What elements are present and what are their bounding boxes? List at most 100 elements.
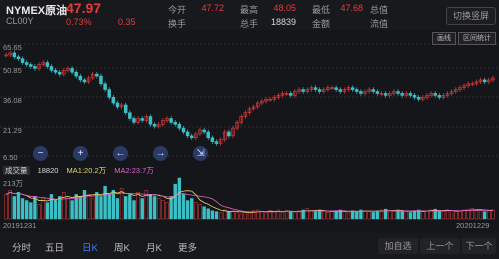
volume-bar bbox=[396, 209, 400, 220]
candle-body bbox=[227, 131, 231, 137]
volume-bar bbox=[66, 198, 70, 220]
stat-label-amount: 金额 bbox=[312, 19, 331, 29]
next-button[interactable]: 下一个 bbox=[462, 238, 496, 254]
volume-top-label: 213万 bbox=[3, 179, 24, 188]
volume-bar bbox=[350, 210, 355, 220]
tab-daily-k[interactable]: 日K bbox=[82, 240, 98, 254]
volume-bar bbox=[4, 194, 8, 220]
volume-bar bbox=[29, 202, 33, 220]
switch-portrait-button[interactable]: 切换竖屏 bbox=[446, 7, 496, 25]
volume-bar bbox=[33, 196, 37, 220]
volume-bar bbox=[173, 183, 177, 220]
volume-bar bbox=[367, 211, 371, 220]
volume-bar bbox=[421, 211, 425, 220]
volume-bar bbox=[482, 211, 487, 220]
stat-label-float-value: 流值 bbox=[370, 19, 389, 29]
volume-bar bbox=[214, 211, 219, 220]
volume-bar bbox=[70, 200, 74, 220]
tab-more[interactable]: 更多 bbox=[178, 240, 197, 254]
candle-body bbox=[152, 123, 157, 127]
volume-bar bbox=[140, 198, 144, 220]
scroll-left-button[interactable]: ← bbox=[113, 146, 128, 161]
volume-bar bbox=[103, 185, 107, 220]
stat-value-open: 47.72 bbox=[201, 3, 224, 13]
volume-title: 成交量 bbox=[3, 166, 30, 175]
candle-body bbox=[24, 62, 29, 65]
candle-body bbox=[400, 93, 404, 96]
tab-weekly-k[interactable]: 周K bbox=[114, 240, 130, 254]
candle-body bbox=[334, 87, 338, 90]
stat-value-volume: 18839 bbox=[270, 17, 296, 27]
volume-bar bbox=[115, 198, 120, 220]
candle-body bbox=[396, 91, 400, 94]
volume-bar bbox=[206, 208, 210, 220]
candle-body bbox=[317, 89, 322, 92]
y-tick-label: 21.29 bbox=[3, 126, 22, 135]
volume-bar bbox=[148, 194, 153, 220]
scroll-right-button[interactable]: → bbox=[153, 146, 168, 161]
candle-body bbox=[49, 66, 54, 71]
volume-bar bbox=[449, 210, 454, 220]
volume-bar bbox=[400, 210, 404, 220]
volume-bar bbox=[272, 211, 276, 220]
volume-bar bbox=[86, 194, 91, 220]
volume-bar bbox=[243, 211, 248, 220]
volume-bar bbox=[404, 211, 408, 220]
volume-bar bbox=[375, 210, 380, 220]
instrument-code: CL00Y bbox=[6, 16, 34, 26]
add-watchlist-button[interactable]: 加自选 bbox=[378, 238, 418, 254]
volume-bar bbox=[161, 200, 165, 220]
candle-body bbox=[78, 75, 83, 81]
y-tick-label: 6.50 bbox=[3, 153, 18, 162]
candlestick-chart[interactable] bbox=[0, 30, 499, 162]
candle-body bbox=[412, 95, 417, 98]
zoom-out-button[interactable]: − bbox=[33, 146, 48, 161]
volume-bar bbox=[95, 192, 99, 220]
volume-bar bbox=[194, 202, 198, 220]
previous-button[interactable]: 上一个 bbox=[420, 238, 460, 254]
volume-bar bbox=[408, 212, 413, 220]
volume-bar bbox=[412, 210, 417, 220]
reset-view-button[interactable]: ⇲ bbox=[193, 146, 208, 161]
volume-bar bbox=[169, 196, 173, 220]
volume-bar bbox=[388, 210, 392, 220]
candle-body bbox=[371, 89, 376, 92]
candle-body bbox=[95, 73, 99, 77]
volume-chart[interactable] bbox=[0, 176, 499, 220]
volume-bar bbox=[132, 200, 136, 220]
volume-bar bbox=[326, 212, 330, 220]
candle-body bbox=[103, 83, 107, 90]
stat-label-total-value: 总值 bbox=[370, 5, 389, 15]
volume-bar bbox=[305, 208, 309, 220]
volume-header: 成交量 18820 MA1:20.2万 MA2:23.7万 bbox=[0, 165, 499, 176]
candle-body bbox=[437, 95, 442, 98]
tab-intraday[interactable]: 分时 bbox=[12, 240, 31, 254]
volume-bar bbox=[363, 210, 367, 220]
volume-bar bbox=[437, 210, 441, 220]
volume-bar bbox=[293, 212, 297, 220]
candle-body bbox=[181, 127, 186, 133]
volume-bar bbox=[152, 196, 157, 220]
volume-bar bbox=[210, 210, 215, 220]
tab-monthly-k[interactable]: 月K bbox=[146, 240, 162, 254]
volume-bar bbox=[264, 212, 268, 220]
candle-body bbox=[177, 123, 182, 129]
candle-body bbox=[313, 87, 318, 90]
change-amount: 0.35 bbox=[118, 17, 136, 27]
volume-bar bbox=[49, 194, 54, 220]
volume-bar bbox=[37, 204, 41, 220]
candle-body bbox=[82, 79, 87, 83]
candle-body bbox=[57, 71, 62, 75]
volume-bar bbox=[41, 198, 45, 220]
candle-body bbox=[140, 118, 144, 121]
volume-bar bbox=[309, 210, 314, 220]
volume-bar bbox=[474, 210, 479, 220]
candle-body bbox=[132, 118, 136, 123]
volume-bar bbox=[445, 209, 450, 220]
tab-five-day[interactable]: 五日 bbox=[45, 240, 64, 254]
zoom-in-button[interactable]: + bbox=[73, 146, 88, 161]
range-stats-button[interactable]: 区间统计 bbox=[458, 32, 496, 45]
volume-value: 18820 bbox=[37, 166, 59, 175]
draw-line-button[interactable]: 画线 bbox=[432, 32, 456, 45]
volume-bar bbox=[227, 211, 231, 220]
